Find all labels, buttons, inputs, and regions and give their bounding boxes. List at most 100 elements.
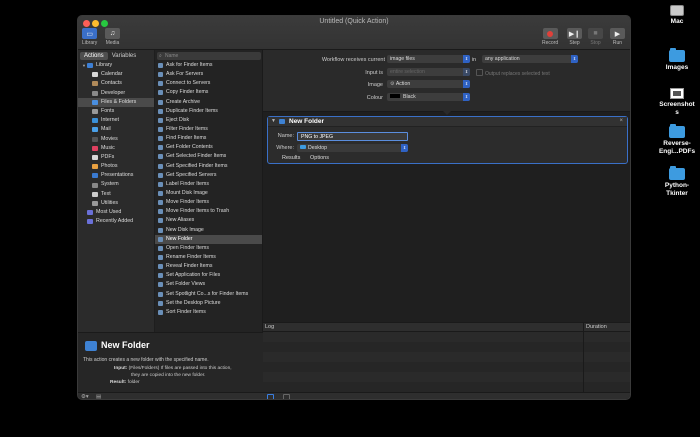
library-item-label: Recently Added <box>96 218 134 225</box>
library-item[interactable]: Internet <box>78 116 154 125</box>
library-item[interactable]: Calendar <box>78 70 154 79</box>
library-item[interactable]: Text <box>78 190 154 199</box>
results-button[interactable]: Results <box>282 155 300 161</box>
action-item[interactable]: Ask for Finder Items <box>155 61 262 70</box>
action-item[interactable]: Eject Disk <box>155 116 262 125</box>
desktop-item-python-tkinter[interactable]: Python- Tkinter <box>647 166 700 198</box>
log-header: Log Duration <box>263 323 630 332</box>
action-item[interactable]: Create Archive <box>155 98 262 107</box>
action-item-label: Set Spotlight Co...s for Finder Items <box>166 290 249 297</box>
action-item[interactable]: Set Application for Files <box>155 271 262 280</box>
action-item[interactable]: Copy Finder Items <box>155 88 262 97</box>
action-item[interactable]: Sort Finder Items <box>155 308 262 317</box>
options-button[interactable]: Options <box>310 155 329 161</box>
automator-window: Untitled (Quick Action) ▭ Library ♫ Medi… <box>77 15 631 400</box>
action-item[interactable]: Move Finder Items to Trash <box>155 207 262 216</box>
log-column-header[interactable]: Log <box>265 323 274 332</box>
close-icon[interactable]: × <box>619 118 623 124</box>
application-popup[interactable]: any application ⇕ <box>482 55 578 63</box>
library-item[interactable]: Contacts <box>78 79 154 88</box>
duration-column-header[interactable]: Duration <box>586 323 607 332</box>
library-item-label: Fonts <box>101 107 115 114</box>
action-item[interactable]: Find Finder Items <box>155 134 262 143</box>
search-input[interactable]: ⌕ Name <box>157 52 261 60</box>
action-item-label: Get Specified Servers <box>166 171 217 178</box>
library-item[interactable]: Music <box>78 144 154 153</box>
run-button[interactable]: ▶ Run <box>610 28 625 46</box>
image-popup[interactable]: ⚙ Action ⇕ <box>387 80 470 88</box>
where-value: Desktop <box>308 145 328 151</box>
new-folder-action-card[interactable]: ▼ New Folder × Name: Where: Desktop ⇕ Res… <box>267 116 628 164</box>
action-item[interactable]: Filter Finder Items <box>155 125 262 134</box>
colour-popup[interactable]: Black ⇕ <box>387 93 470 101</box>
log-row <box>263 382 630 392</box>
tab-variables[interactable]: Variables <box>108 52 141 60</box>
action-item[interactable]: Reveal Finder Items <box>155 262 262 271</box>
desktop-item-images[interactable]: Images <box>647 48 700 72</box>
library-item-label: Most Used <box>96 209 122 215</box>
media-button[interactable]: ♫ Media <box>105 28 120 46</box>
desktop-item-mac[interactable]: Mac <box>647 5 700 26</box>
action-item[interactable]: Get Specified Finder Items <box>155 162 262 171</box>
log-view-icon[interactable] <box>283 394 290 399</box>
list-view-icon[interactable] <box>267 394 274 399</box>
stop-button[interactable]: ■ Stop <box>588 28 603 46</box>
receives-popup[interactable]: image files ⇕ <box>387 55 470 63</box>
action-item[interactable]: New Folder <box>155 234 262 244</box>
library-item[interactable]: PDFs <box>78 153 154 162</box>
library-button[interactable]: ▭ Library <box>82 28 97 46</box>
output-replaces-checkbox[interactable]: Output replaces selected text <box>476 69 550 77</box>
folder-name-input[interactable] <box>297 132 408 141</box>
action-item[interactable]: Set Folder Views <box>155 280 262 289</box>
library-item[interactable]: Files & Folders <box>78 97 154 107</box>
library-item[interactable]: Mail <box>78 125 154 134</box>
where-popup[interactable]: Desktop ⇕ <box>297 144 408 152</box>
library-item[interactable]: Utilities <box>78 199 154 208</box>
library-item[interactable]: Most Used <box>78 208 154 217</box>
disclosure-triangle-icon[interactable]: ▼ <box>271 118 276 124</box>
input-is-popup[interactable]: entire selection ⇕ <box>387 68 470 76</box>
record-button[interactable]: Record <box>542 28 558 46</box>
action-item[interactable]: Rename Finder Items <box>155 253 262 262</box>
library-item[interactable]: System <box>78 180 154 189</box>
action-item[interactable]: Open Finder Items <box>155 244 262 253</box>
action-item-label: New Folder <box>166 235 193 242</box>
action-item[interactable]: New Disk Image <box>155 226 262 235</box>
finder-action-icon <box>158 191 163 197</box>
library-item[interactable]: Developer <box>78 89 154 98</box>
action-item[interactable]: Get Selected Finder Items <box>155 152 262 161</box>
action-item[interactable]: Set Spotlight Co...s for Finder Items <box>155 290 262 299</box>
tab-actions[interactable]: Actions <box>80 52 108 60</box>
step-button[interactable]: ▶❙ Step <box>567 28 582 46</box>
library-item-label: Utilities <box>101 199 119 206</box>
run-icon: ▶ <box>610 28 625 39</box>
library-item[interactable]: Photos <box>78 162 154 171</box>
finder-action-icon <box>158 145 163 151</box>
action-item[interactable]: Label Finder Items <box>155 180 262 189</box>
action-item-label: Get Selected Finder Items <box>166 153 227 160</box>
library-item-label: PDFs <box>101 153 115 160</box>
library-item[interactable]: ▼ Library <box>78 61 154 70</box>
action-item[interactable]: Get Folder Contents <box>155 143 262 152</box>
action-item[interactable]: Connect to Servers <box>155 79 262 88</box>
action-item[interactable]: Duplicate Finder Items <box>155 107 262 116</box>
desktop-item-reverse-engi-pdfs[interactable]: Reverse- Engi...PDFs <box>647 124 700 156</box>
action-item[interactable]: Mount Disk Image <box>155 189 262 198</box>
desktop-item-screenshots[interactable]: Screenshot s <box>647 88 700 117</box>
library-item[interactable]: Fonts <box>78 107 154 116</box>
titlebar: Untitled (Quick Action) ▭ Library ♫ Medi… <box>78 16 630 50</box>
library-item[interactable]: Presentations <box>78 171 154 180</box>
action-item[interactable]: Set the Desktop Picture <box>155 299 262 308</box>
record-label: Record <box>542 40 559 46</box>
card-title: New Folder <box>289 118 325 125</box>
library-item[interactable]: Recently Added <box>78 217 154 226</box>
description-toggle-icon[interactable]: ▤ <box>96 394 101 399</box>
action-item[interactable]: Get Specified Servers <box>155 171 262 180</box>
gear-menu-icon[interactable]: ⚙▾ <box>81 394 89 399</box>
action-item[interactable]: Ask For Servers <box>155 70 262 79</box>
library-item[interactable]: Movies <box>78 135 154 144</box>
media-label: Media <box>105 40 120 46</box>
image-value: Action <box>395 81 411 87</box>
action-item[interactable]: Move Finder Items <box>155 198 262 207</box>
action-item[interactable]: New Aliases <box>155 216 262 225</box>
